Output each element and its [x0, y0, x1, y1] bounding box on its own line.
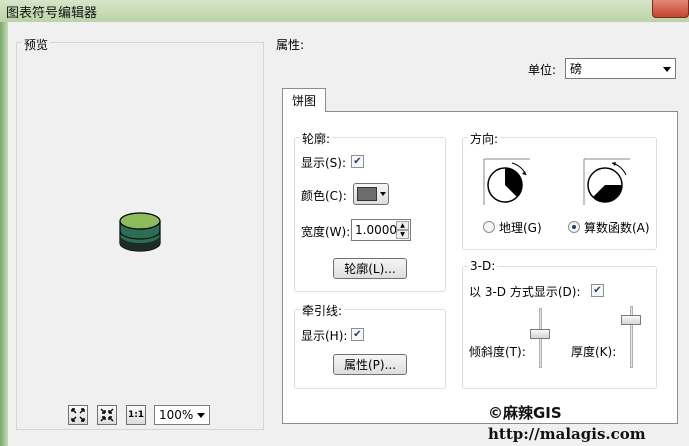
arithmetic-orientation-icon: [583, 158, 630, 205]
chevron-down-icon: [663, 66, 671, 72]
window-close-button[interactable]: [652, 0, 689, 18]
title-bar: 图表符号编辑器: [0, 0, 689, 22]
actual-size-button[interactable]: 1:1: [126, 405, 146, 425]
outline-color-picker[interactable]: [353, 183, 389, 205]
outline-width-input[interactable]: 1.0000 ▲ ▼: [351, 219, 411, 241]
preview-label: 预览: [22, 36, 51, 53]
geographic-radio[interactable]: [483, 221, 495, 233]
threed-group-title: 3-D:: [468, 259, 498, 273]
geographic-label: 地理(G): [499, 221, 542, 235]
zoom-in-button[interactable]: [68, 405, 88, 425]
chevron-down-icon: [197, 413, 205, 418]
zoom-in-icon: [71, 408, 85, 422]
thickness-label: 厚度(K):: [571, 345, 617, 359]
tab-pie-label: 饼图: [291, 94, 316, 108]
one-to-one-icon: 1:1: [127, 410, 145, 420]
color-swatch: [357, 187, 377, 201]
checkmark-icon: ✔: [593, 284, 602, 296]
tab-pie[interactable]: 饼图: [282, 88, 326, 112]
leader-properties-button[interactable]: 属性(P)...: [333, 354, 407, 375]
cylinder-top: [119, 212, 161, 230]
threed-show-checkbox[interactable]: ✔: [591, 284, 604, 297]
outline-group-title: 轮廓:: [300, 130, 333, 147]
unit-label: 单位:: [528, 63, 557, 77]
outline-width-value: 1.0000: [355, 223, 397, 237]
thickness-slider-thumb[interactable]: [621, 315, 641, 325]
outline-show-label: 显示(S):: [301, 156, 347, 170]
arithmetic-radio[interactable]: [568, 221, 580, 233]
outline-button-label: 轮廓(L)...: [344, 262, 396, 276]
leader-group: [294, 309, 446, 389]
watermark-copyright: ©麻辣GIS: [488, 404, 562, 422]
threed-show-label: 以 3-D 方式显示(D):: [469, 285, 581, 299]
watermark-url: http://malagis.com: [488, 425, 646, 443]
tilt-label: 倾斜度(T):: [469, 345, 526, 359]
outline-button[interactable]: 轮廓(L)...: [333, 258, 407, 279]
tilt-slider-thumb[interactable]: [530, 329, 550, 339]
outline-show-checkbox[interactable]: ✔: [351, 155, 364, 168]
checkmark-icon: ✔: [353, 155, 362, 167]
window-left-edge: [0, 22, 8, 446]
geographic-orientation-icon: [483, 158, 530, 205]
leader-show-checkbox[interactable]: ✔: [351, 328, 364, 341]
orientation-group-title: 方向:: [468, 130, 501, 147]
window-title: 图表符号编辑器: [6, 6, 98, 21]
unit-select[interactable]: 磅: [565, 58, 676, 79]
leader-group-title: 牵引线:: [300, 302, 345, 319]
spin-up-icon[interactable]: ▲: [396, 221, 409, 230]
unit-value: 磅: [570, 62, 583, 76]
chevron-down-icon: [380, 192, 386, 196]
zoom-out-icon: [100, 408, 114, 422]
arithmetic-label: 算数函数(A): [584, 221, 650, 235]
leader-properties-label: 属性(P)...: [343, 358, 397, 372]
zoom-select[interactable]: 100%: [154, 405, 210, 425]
pie-symbol-preview: [119, 212, 161, 252]
spin-down-icon[interactable]: ▼: [396, 230, 409, 239]
checkmark-icon: ✔: [353, 328, 362, 340]
zoom-out-button[interactable]: [97, 405, 117, 425]
outline-width-label: 宽度(W):: [301, 225, 351, 239]
leader-show-label: 显示(H):: [301, 329, 348, 343]
zoom-value: 100%: [159, 408, 194, 422]
outline-color-label: 颜色(C):: [301, 189, 347, 203]
properties-label: 属性:: [276, 38, 305, 52]
